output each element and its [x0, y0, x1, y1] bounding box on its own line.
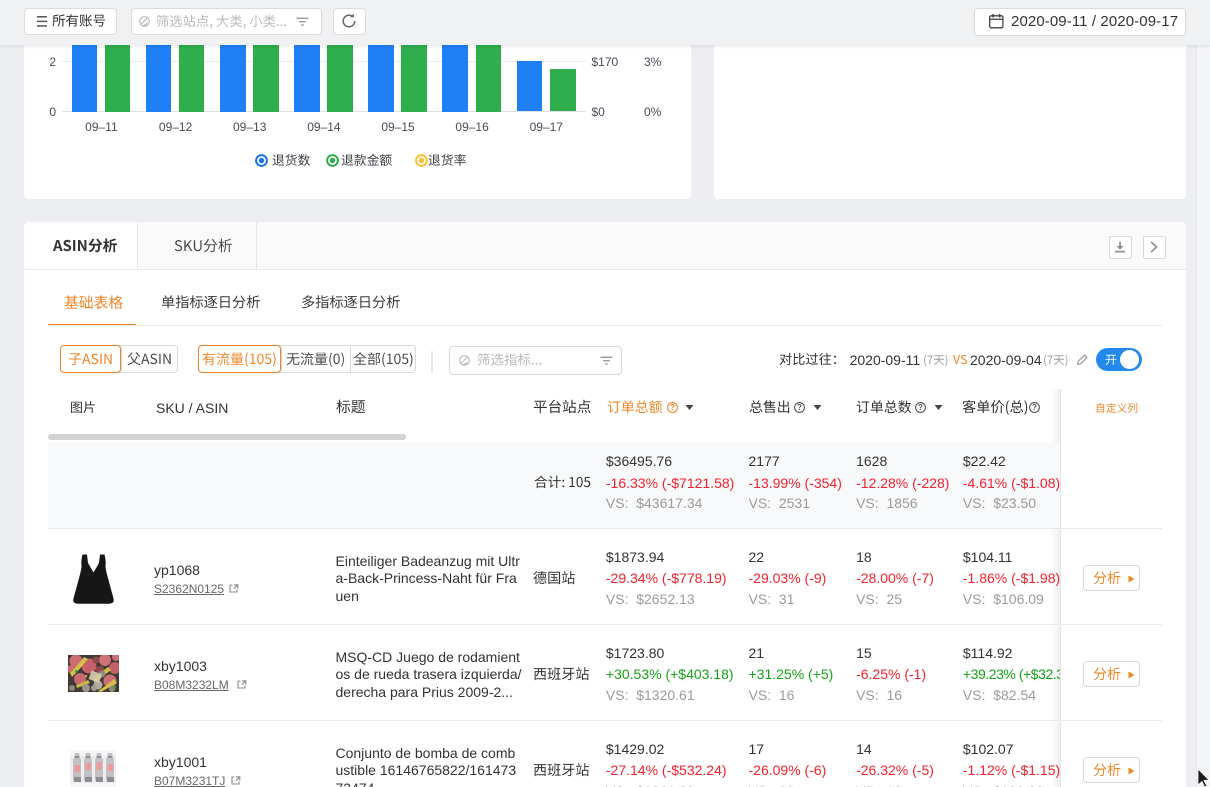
svg-text:?: ?: [1032, 403, 1037, 412]
svg-text:?: ?: [797, 403, 802, 412]
svg-text:?: ?: [918, 403, 923, 412]
svg-text:?: ?: [670, 403, 675, 412]
